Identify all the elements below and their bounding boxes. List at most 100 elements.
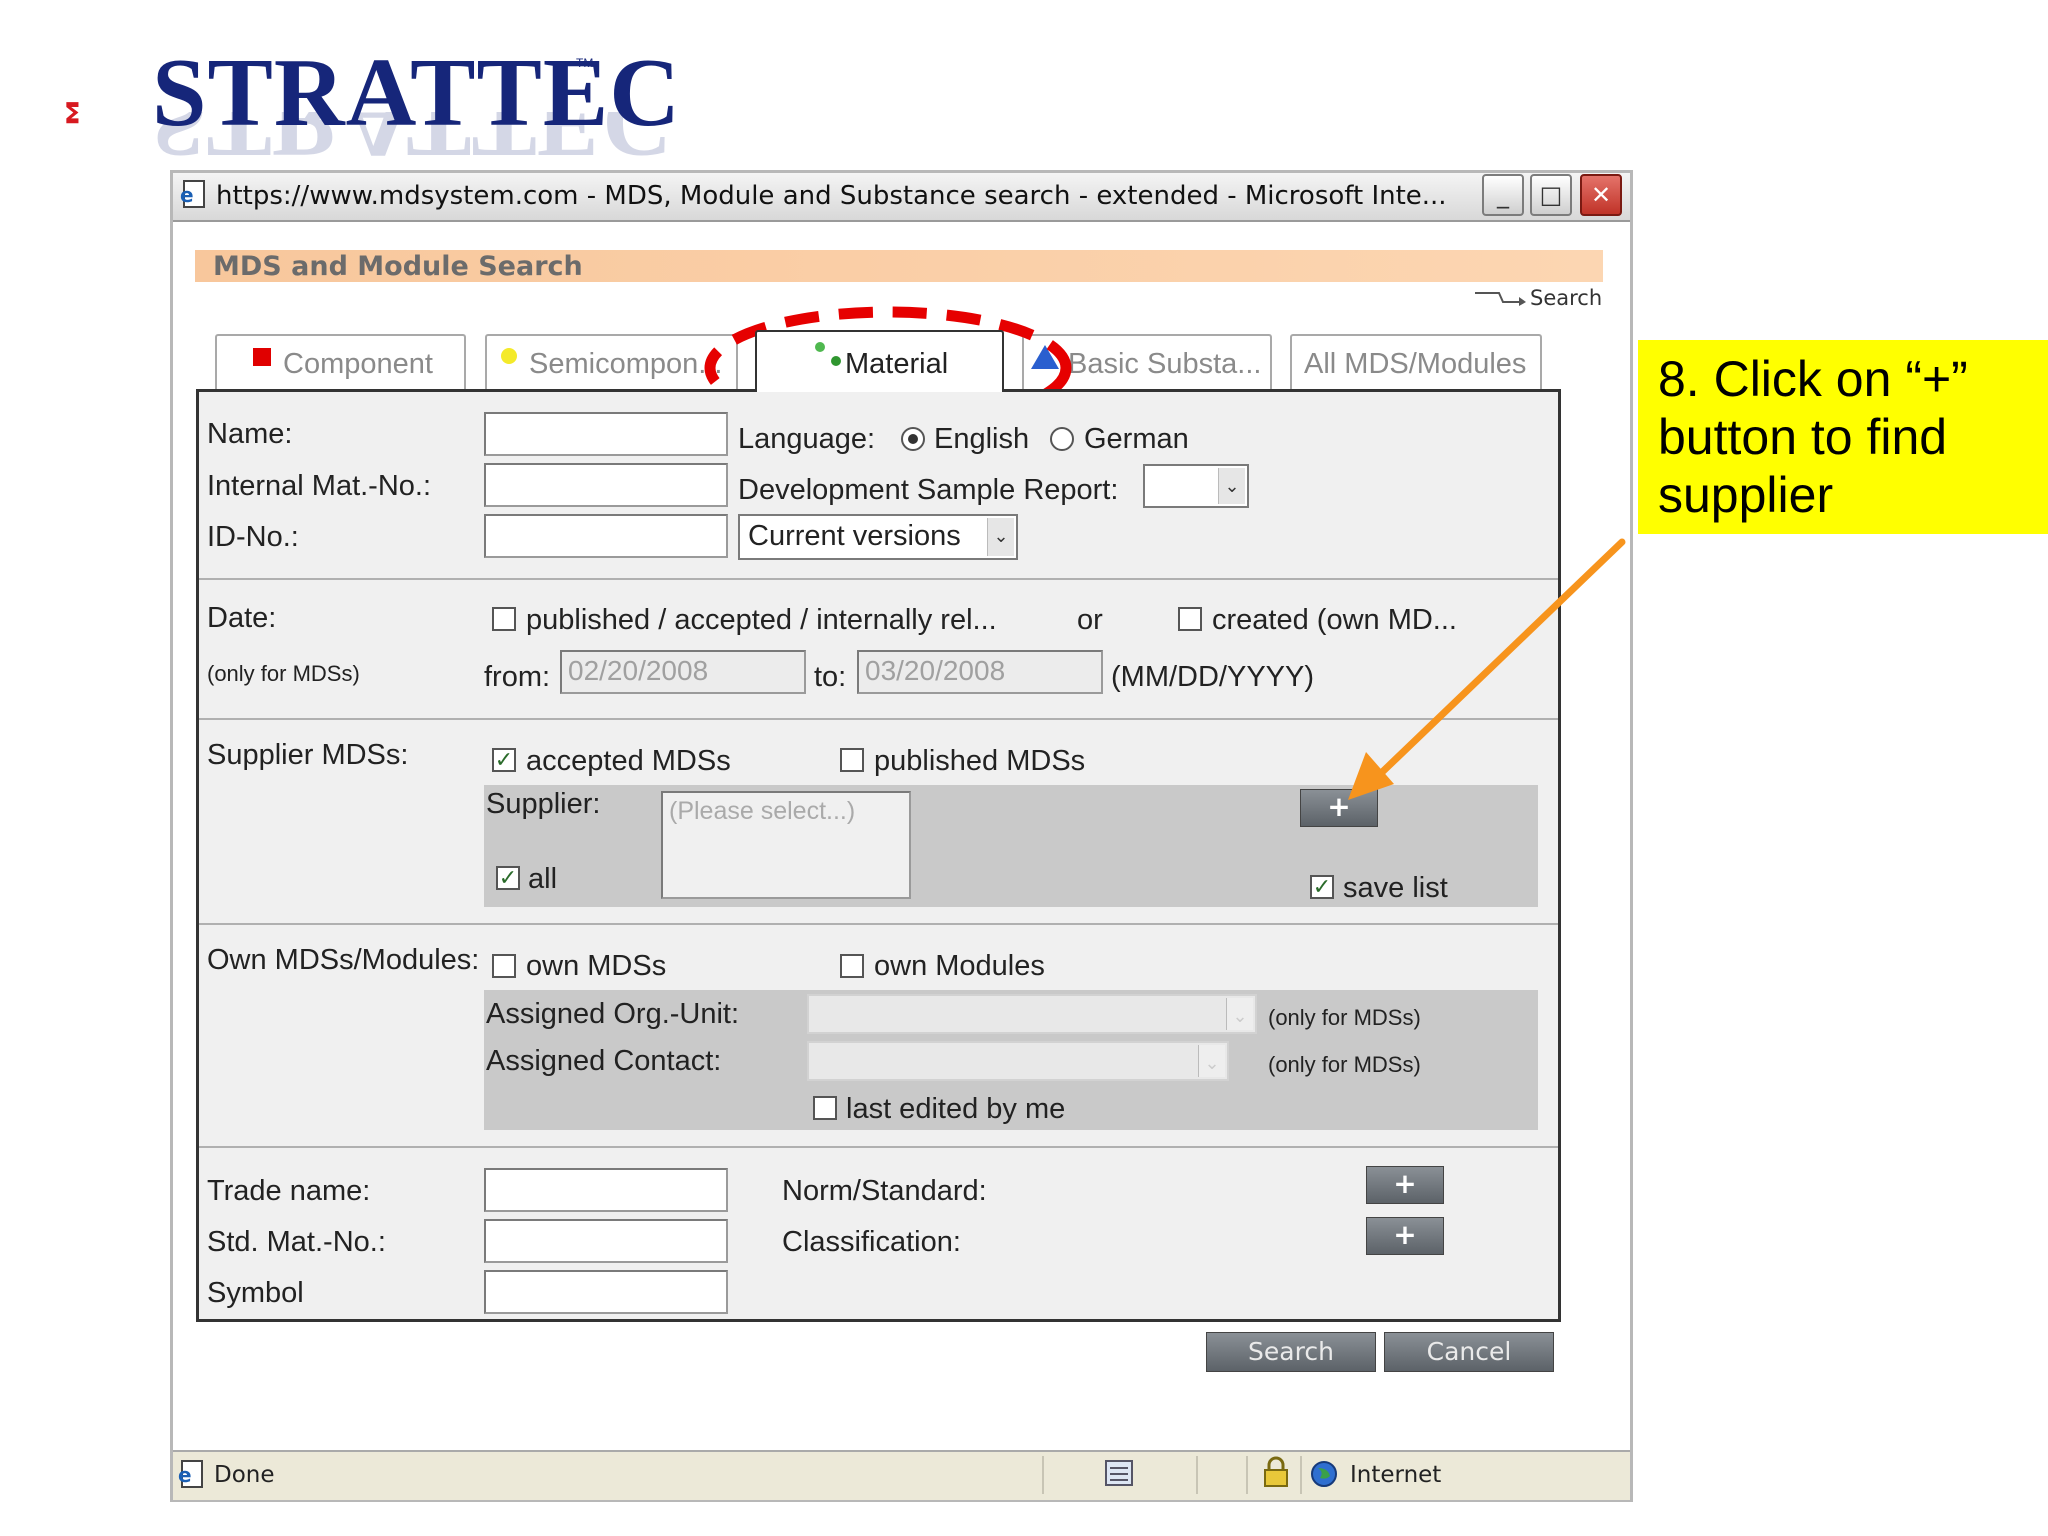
all-label: all — [528, 863, 558, 895]
symbol-input[interactable] — [484, 1270, 728, 1314]
all-checkbox[interactable]: ✓ — [496, 866, 520, 890]
accepted-mdss-label: accepted MDSs — [526, 745, 731, 777]
ie-page-icon: e — [180, 180, 205, 208]
internal-mat-no-input[interactable] — [484, 463, 728, 507]
own-mdss-checkbox[interactable] — [492, 954, 516, 978]
last-edited-checkbox[interactable] — [813, 1096, 837, 1120]
trade-name-label: Trade name: — [207, 1175, 371, 1207]
tab-label: Component — [283, 348, 433, 380]
status-divider — [1196, 1456, 1198, 1494]
published-label: published / accepted / internally rel... — [526, 604, 997, 636]
security-zone: Internet — [1350, 1462, 1442, 1488]
svg-text:e: e — [180, 183, 194, 207]
accepted-mdss-checkbox[interactable]: ✓ — [492, 748, 516, 772]
semicomponent-yellow-dot-icon — [501, 348, 517, 364]
supplier-mdss-label: Supplier MDSs: — [207, 739, 409, 771]
strattec-logo-mark — [66, 102, 79, 124]
tab-label: Basic Substa... — [1068, 348, 1262, 380]
page-icon — [1105, 1460, 1133, 1486]
tab-component[interactable]: Component — [215, 334, 466, 390]
own-modules-checkbox[interactable] — [840, 954, 864, 978]
page-title: MDS and Module Search — [213, 251, 583, 282]
ie-page-icon: e — [178, 1460, 203, 1488]
created-checkbox[interactable] — [1178, 607, 1202, 631]
minimize-icon[interactable]: _ — [1482, 174, 1524, 216]
internal-mat-no-label: Internal Mat.-No.: — [207, 470, 432, 502]
tab-all-mds-modules[interactable]: All MDS/Modules — [1290, 334, 1542, 390]
published-mdss-label: published MDSs — [874, 745, 1086, 777]
language-english-radio[interactable] — [901, 427, 925, 451]
chevron-down-icon: ⌄ — [1218, 468, 1245, 504]
tab-label: Semicompon... — [529, 348, 723, 380]
from-label: from: — [484, 661, 551, 693]
svg-text:e: e — [178, 1463, 192, 1487]
window-title: https://www.mdsystem.com - MDS, Module a… — [216, 181, 1447, 211]
to-date-input[interactable]: 03/20/2008 — [857, 650, 1103, 694]
search-button[interactable]: Search — [1206, 1332, 1376, 1372]
save-list-checkbox[interactable]: ✓ — [1310, 875, 1334, 899]
padlock-icon — [1264, 1456, 1288, 1487]
classification-label: Classification: — [782, 1226, 961, 1258]
versions-value: Current versions — [748, 520, 961, 552]
std-mat-no-input[interactable] — [484, 1219, 728, 1263]
id-no-label: ID-No.: — [207, 521, 299, 553]
maximize-icon[interactable]: □ — [1530, 174, 1572, 216]
supplier-placeholder: (Please select...) — [669, 797, 856, 825]
name-input[interactable] — [484, 412, 728, 456]
to-label: to: — [814, 661, 847, 693]
chevron-down-icon: ⌄ — [987, 518, 1014, 556]
date-format-hint: (MM/DD/YYYY) — [1111, 661, 1314, 693]
chevron-down-icon: ⌄ — [1226, 998, 1253, 1030]
language-label: Language: — [738, 423, 876, 455]
own-modules-label: own Modules — [874, 950, 1045, 982]
from-date-input[interactable]: 02/20/2008 — [560, 650, 806, 694]
status-text: Done — [214, 1462, 275, 1488]
assigned-org-unit-select[interactable]: ⌄ — [807, 994, 1257, 1034]
last-edited-label: last edited by me — [846, 1093, 1066, 1125]
date-label: Date: — [207, 602, 277, 634]
std-mat-no-label: Std. Mat.-No.: — [207, 1226, 386, 1258]
material-green-dots-icon — [831, 356, 841, 366]
divider — [199, 1146, 1558, 1148]
language-german-label: German — [1084, 423, 1189, 455]
assigned-org-unit-label: Assigned Org.-Unit: — [486, 998, 740, 1030]
chevron-down-icon: ⌄ — [1198, 1045, 1225, 1077]
callout-arrow — [1348, 538, 1626, 800]
versions-select[interactable]: Current versions ⌄ — [738, 514, 1018, 560]
add-classification-button[interactable]: + — [1366, 1217, 1444, 1255]
dev-sample-report-select[interactable]: ⌄ — [1143, 464, 1249, 508]
language-english-label: English — [934, 423, 1030, 455]
supplier-list[interactable]: (Please select...) — [661, 791, 911, 899]
status-divider — [1246, 1456, 1248, 1494]
logo-reflection: STRATTEC — [152, 112, 674, 172]
globe-icon — [1311, 1461, 1337, 1487]
material-green-dots-icon — [815, 342, 825, 352]
org-only-for-mdss-note: (only for MDSs) — [1268, 1005, 1421, 1030]
norm-standard-label: Norm/Standard: — [782, 1175, 987, 1207]
tab-label: All MDS/Modules — [1304, 348, 1527, 380]
search-arrow-icon — [1475, 292, 1526, 306]
callout-text: 8. Click on “+” button to find supplier — [1658, 351, 1968, 523]
tab-material[interactable]: Material — [755, 330, 1004, 392]
cancel-button[interactable]: Cancel — [1384, 1332, 1554, 1372]
published-checkbox[interactable] — [492, 607, 516, 631]
logo-trademark: TM — [576, 56, 594, 70]
tab-label: Material — [845, 348, 949, 380]
date-note: (only for MDSs) — [207, 661, 360, 686]
add-norm-standard-button[interactable]: + — [1366, 1166, 1444, 1204]
status-divider — [1300, 1456, 1302, 1494]
assigned-contact-label: Assigned Contact: — [486, 1045, 722, 1077]
language-german-radio[interactable] — [1050, 427, 1074, 451]
name-label: Name: — [207, 418, 293, 450]
id-no-input[interactable] — [484, 514, 728, 558]
supplier-label: Supplier: — [486, 788, 601, 820]
divider — [199, 923, 1558, 925]
published-mdss-checkbox[interactable] — [840, 748, 864, 772]
close-icon[interactable]: ✕ — [1580, 174, 1622, 216]
assigned-contact-select[interactable]: ⌄ — [807, 1041, 1229, 1081]
own-mdss-label: own MDSs — [526, 950, 667, 982]
status-divider — [1042, 1456, 1044, 1494]
search-link[interactable]: Search — [1530, 283, 1602, 313]
trade-name-input[interactable] — [484, 1168, 728, 1212]
save-list-label: save list — [1343, 872, 1448, 904]
